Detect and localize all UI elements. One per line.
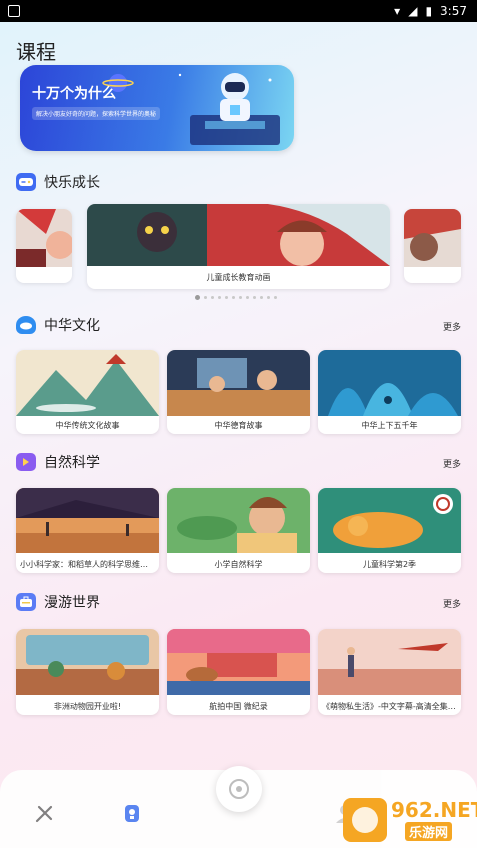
banner-title: 十万个为什么 xyxy=(32,86,116,102)
tv-icon xyxy=(16,453,36,471)
culture-card-3-caption: 中华上下五千年 xyxy=(361,421,418,430)
carousel-pagination xyxy=(195,295,277,300)
culture-card-3[interactable]: 中华上下五千年 xyxy=(318,350,461,434)
science-card-1[interactable]: 小小科学家：和稻草人的科学思维启蒙课 xyxy=(16,488,159,573)
carousel-dot[interactable] xyxy=(204,296,207,299)
world-card-2-thumbnail xyxy=(167,629,310,695)
section-world-header: 漫游世界 xyxy=(16,592,100,612)
carousel-dot[interactable] xyxy=(232,296,235,299)
culture-card-2-thumbnail xyxy=(167,350,310,416)
science-card-1-caption: 小小科学家：和稻草人的科学思维启蒙课 xyxy=(20,560,159,569)
science-card-3-caption: 儿童科学第2季 xyxy=(362,560,417,569)
culture-more-link[interactable]: 更多 xyxy=(443,320,461,333)
carousel-prev-thumbnail xyxy=(16,209,72,267)
science-card-2-caption: 小学自然科学 xyxy=(214,560,263,569)
watermark-subtitle: 乐游网 xyxy=(405,822,453,841)
culture-card-1[interactable]: 中华传统文化故事 xyxy=(16,350,159,434)
status-bar: ▾ ◢ ▮ 3:57 xyxy=(0,0,477,22)
science-card-1-thumbnail xyxy=(16,488,159,553)
science-more-link[interactable]: 更多 xyxy=(443,457,461,470)
world-card-3[interactable]: 《萌物私生活》-中文字幕-高清全集-The P... xyxy=(318,629,461,715)
disc-icon xyxy=(229,779,249,799)
cloud-icon xyxy=(16,316,36,334)
tools-icon[interactable] xyxy=(34,804,54,824)
section-culture-title: 中华文化 xyxy=(44,318,100,334)
banner-card[interactable]: 十万个为什么 解决小朋友好奇的问题，探索科学世界的奥秘 xyxy=(20,65,294,151)
section-growth-title: 快乐成长 xyxy=(44,175,100,191)
world-card-3-caption: 《萌物私生活》-中文字幕-高清全集-The P... xyxy=(322,702,461,711)
culture-card-2-caption: 中华德育故事 xyxy=(214,421,263,430)
culture-card-1-thumbnail xyxy=(16,350,159,416)
section-world-title: 漫游世界 xyxy=(44,595,100,611)
carousel-main-thumbnail xyxy=(87,204,390,266)
science-card-3[interactable]: 儿童科学第2季 xyxy=(318,488,461,573)
banner-subtitle: 解决小朋友好奇的问题，探索科学世界的奥秘 xyxy=(32,107,161,120)
lightbulb-icon[interactable] xyxy=(122,803,142,825)
world-more-link[interactable]: 更多 xyxy=(443,597,461,610)
suitcase-icon xyxy=(16,593,36,611)
carousel-next-thumbnail xyxy=(404,209,461,267)
science-card-3-thumbnail xyxy=(318,488,461,553)
carousel-dot[interactable] xyxy=(195,295,200,300)
center-play-button[interactable] xyxy=(216,766,262,812)
carousel-dot[interactable] xyxy=(225,296,228,299)
watermark-brand: 962.NET xyxy=(391,798,477,822)
battery-icon: ▮ xyxy=(425,4,433,18)
world-card-1[interactable]: 非洲动物园开业啦! xyxy=(16,629,159,715)
section-culture-header: 中华文化 xyxy=(16,315,100,335)
signal-icon: ◢ xyxy=(408,4,418,18)
gamepad-icon xyxy=(16,173,36,191)
carousel-main-card[interactable]: 儿童成长教育动画 xyxy=(87,204,390,289)
page-title: 课程 xyxy=(16,40,56,64)
carousel-dot[interactable] xyxy=(253,296,256,299)
carousel-dot[interactable] xyxy=(218,296,221,299)
carousel-dot[interactable] xyxy=(239,296,242,299)
wifi-icon: ▾ xyxy=(394,4,401,18)
world-card-3-thumbnail xyxy=(318,629,461,695)
notification-icon xyxy=(8,5,20,17)
science-card-2[interactable]: 小学自然科学 xyxy=(167,488,310,573)
world-card-2[interactable]: 航拍中国 微纪录 xyxy=(167,629,310,715)
section-growth-header: 快乐成长 xyxy=(16,172,100,192)
section-science-title: 自然科学 xyxy=(44,455,100,471)
culture-card-3-thumbnail xyxy=(318,350,461,416)
world-card-1-thumbnail xyxy=(16,629,159,695)
carousel-dot[interactable] xyxy=(260,296,263,299)
section-science-header: 自然科学 xyxy=(16,452,100,472)
watermark-logo: 962.NET 乐游网 xyxy=(343,798,477,842)
culture-card-1-caption: 中华传统文化故事 xyxy=(55,421,120,430)
world-card-2-caption: 航拍中国 微纪录 xyxy=(209,702,268,711)
culture-card-2[interactable]: 中华德育故事 xyxy=(167,350,310,434)
carousel-next-card[interactable] xyxy=(404,209,461,283)
carousel-main-caption: 儿童成长教育动画 xyxy=(206,273,271,282)
carousel-dot[interactable] xyxy=(274,296,277,299)
world-card-1-caption: 非洲动物园开业啦! xyxy=(53,702,122,711)
carousel-prev-card[interactable] xyxy=(16,209,72,283)
carousel-dot[interactable] xyxy=(211,296,214,299)
carousel-dot[interactable] xyxy=(246,296,249,299)
carousel-dot[interactable] xyxy=(267,296,270,299)
science-card-2-thumbnail xyxy=(167,488,310,553)
status-time: 3:57 xyxy=(440,4,467,18)
